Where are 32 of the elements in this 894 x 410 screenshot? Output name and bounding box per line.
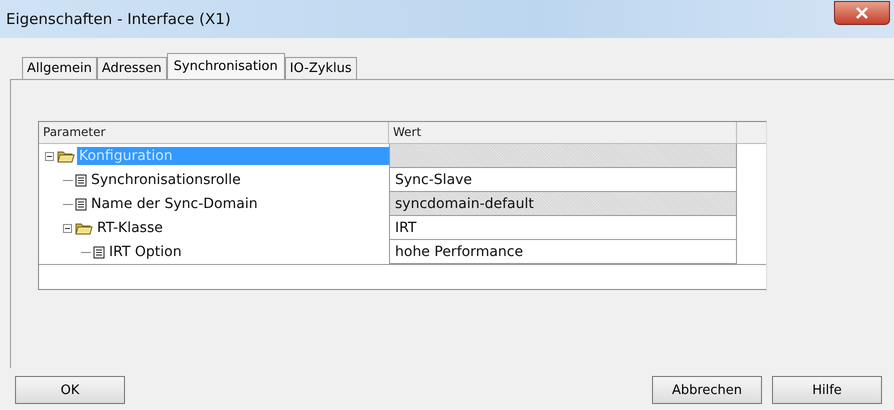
- value-cell[interactable]: [389, 144, 737, 168]
- value-cell[interactable]: hohe Performance: [389, 240, 737, 264]
- collapse-toggle-icon[interactable]: [63, 224, 72, 232]
- parameter-name[interactable]: IRT Option: [107, 243, 184, 261]
- header-filler: [737, 122, 766, 144]
- parameter-value: IRT: [395, 220, 416, 236]
- window-title: Eigenschaften - Interface (X1): [6, 10, 232, 28]
- close-button[interactable]: [834, 1, 890, 25]
- parameter-name[interactable]: Name der Sync-Domain: [89, 195, 260, 213]
- tab[interactable]: Allgemein: [22, 57, 97, 79]
- parameter-name[interactable]: RT-Klasse: [95, 219, 165, 237]
- parameter-value: Sync-Slave: [395, 172, 472, 188]
- collapse-toggle-icon[interactable]: [45, 152, 54, 160]
- value-cell[interactable]: IRT: [389, 216, 737, 240]
- column-header[interactable]: Parameter: [39, 122, 389, 144]
- parameter-value: hohe Performance: [395, 244, 524, 260]
- column-header[interactable]: Wert: [389, 122, 737, 144]
- document-icon: [93, 246, 105, 258]
- value-cell[interactable]: syncdomain-default: [389, 192, 737, 216]
- tab[interactable]: IO-Zyklus: [284, 57, 357, 79]
- ok-button[interactable]: OK: [15, 376, 125, 404]
- cancel-button[interactable]: Abbrechen: [652, 376, 762, 404]
- close-icon: [855, 7, 869, 19]
- document-icon: [75, 174, 87, 186]
- parameter-name[interactable]: Synchronisationsrolle: [89, 171, 243, 189]
- folder-icon: [57, 149, 75, 163]
- tab[interactable]: Synchronisation: [166, 53, 285, 79]
- folder-icon: [75, 221, 93, 235]
- tab[interactable]: Adressen: [96, 57, 167, 79]
- document-icon: [75, 198, 87, 210]
- parameter-value: syncdomain-default: [395, 196, 534, 212]
- help-button[interactable]: Hilfe: [772, 376, 882, 404]
